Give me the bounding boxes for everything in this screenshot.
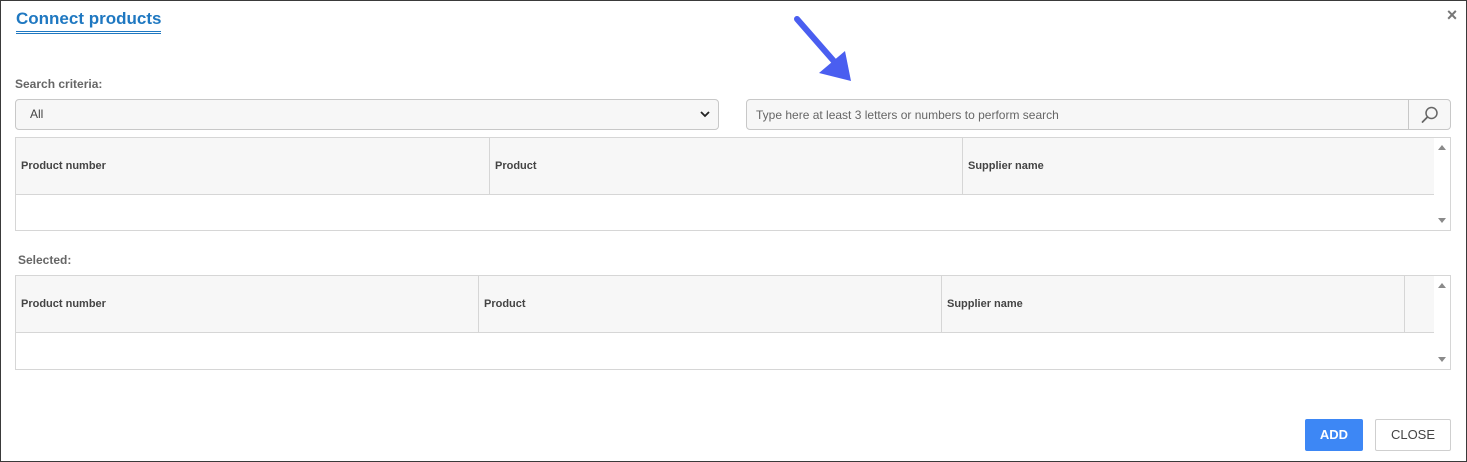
- selected-products-header: Product number Product Supplier name: [16, 276, 1436, 333]
- product-search-box: [746, 99, 1451, 130]
- column-header-product[interactable]: Product: [479, 276, 942, 332]
- close-icon[interactable]: ×: [1444, 6, 1460, 24]
- scroll-down-icon[interactable]: [1438, 218, 1446, 223]
- dialog-title: Connect products: [16, 9, 162, 34]
- search-icon: [1421, 106, 1438, 123]
- annotation-arrow-icon: [794, 16, 851, 81]
- chevron-down-icon: [700, 111, 710, 118]
- column-header-product-number[interactable]: Product number: [16, 276, 479, 332]
- close-button[interactable]: CLOSE: [1375, 419, 1451, 451]
- column-header-actions: [1405, 276, 1436, 332]
- search-criteria-label: Search criteria:: [15, 77, 103, 91]
- column-header-product-number[interactable]: Product number: [16, 138, 490, 194]
- search-results-grid: Product number Product Supplier name: [15, 137, 1451, 231]
- connect-products-dialog: Connect products × Search criteria: All …: [0, 0, 1467, 462]
- selected-products-scrollbar[interactable]: [1434, 276, 1450, 369]
- column-header-supplier-name[interactable]: Supplier name: [963, 138, 1436, 194]
- column-header-product[interactable]: Product: [490, 138, 963, 194]
- column-header-supplier-name[interactable]: Supplier name: [942, 276, 1405, 332]
- selected-label: Selected:: [18, 253, 72, 267]
- search-results-header: Product number Product Supplier name: [16, 138, 1436, 195]
- search-criteria-selected-value: All: [30, 107, 44, 121]
- scroll-down-icon[interactable]: [1438, 357, 1446, 362]
- scroll-up-icon[interactable]: [1438, 283, 1446, 288]
- search-results-scrollbar[interactable]: [1434, 138, 1450, 230]
- selected-products-grid: Product number Product Supplier name: [15, 275, 1451, 370]
- product-search-input[interactable]: [747, 100, 1409, 129]
- add-button[interactable]: ADD: [1305, 419, 1363, 451]
- scroll-up-icon[interactable]: [1438, 145, 1446, 150]
- search-button[interactable]: [1408, 100, 1450, 129]
- search-criteria-select[interactable]: All: [15, 99, 719, 130]
